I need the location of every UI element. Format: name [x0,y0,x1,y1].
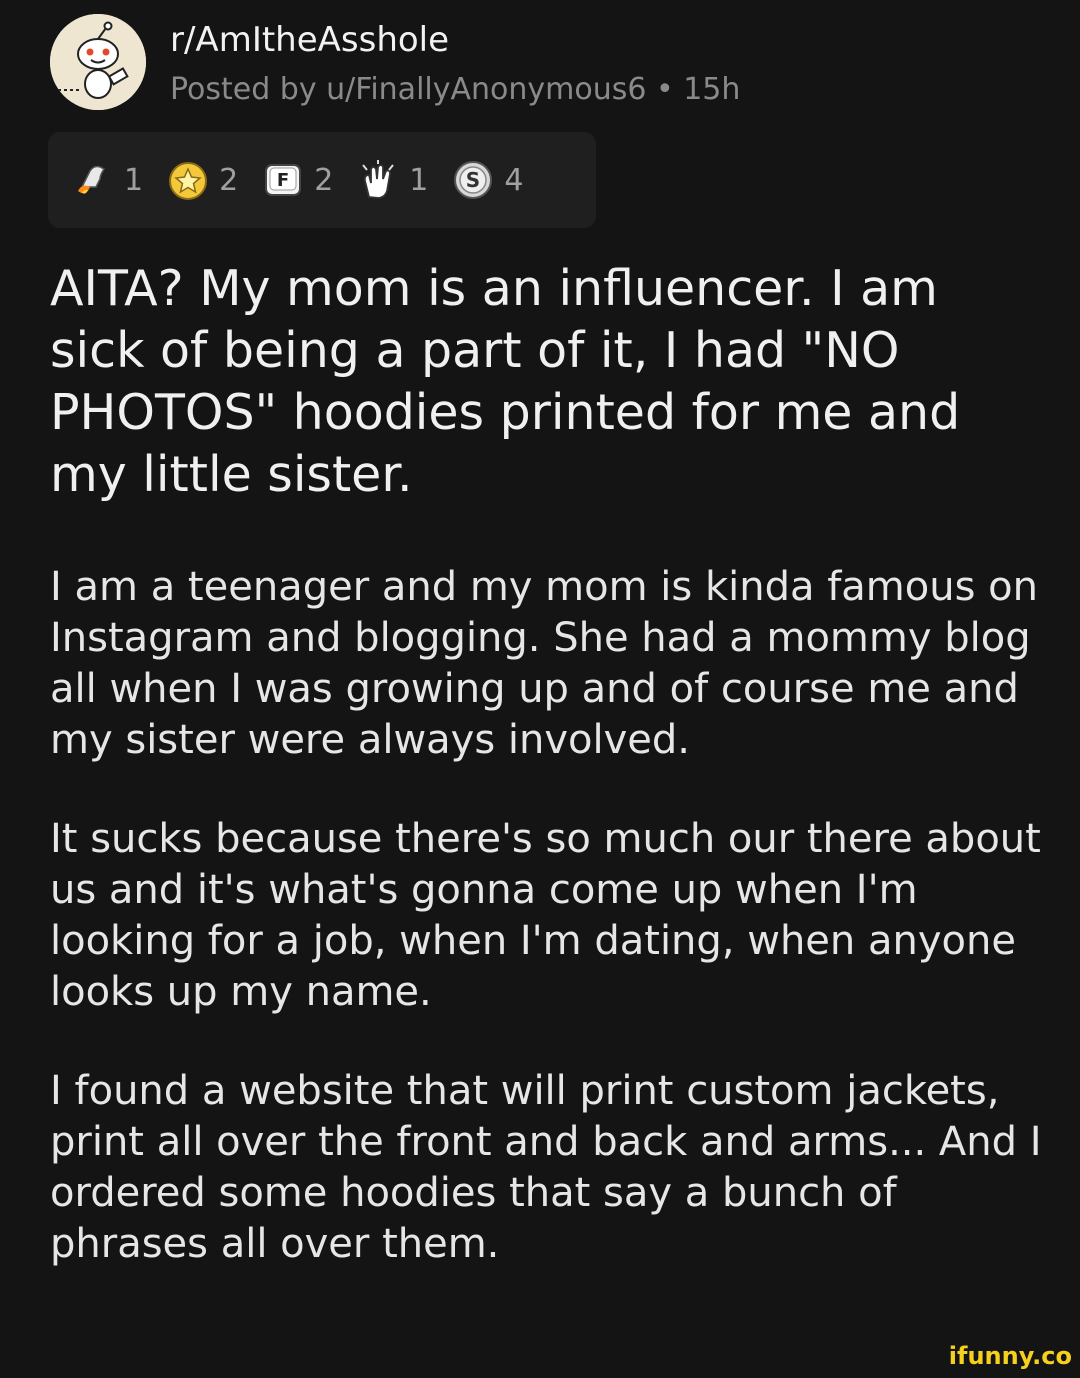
clapping-hands-icon [362,160,395,199]
post-paragraph: I am a teenager and my mom is kinda famo… [50,564,1038,763]
svg-text:S: S [466,168,480,192]
post-paragraph: I found a website that will print custom… [50,1068,1042,1267]
rocket-like-icon [78,165,106,194]
press-f-award-icon: F [265,164,302,196]
post-paragraph: It sucks because there's so much our the… [50,816,1041,1015]
award-silver[interactable]: S 4 [450,157,523,203]
award-rocket-like[interactable]: 1 [70,157,143,203]
silver-award-icon: S [454,161,493,199]
helpful-award-icon [169,162,208,200]
award-count: 4 [504,162,524,198]
ifunny-watermark: ifunny.co [948,1342,1072,1370]
award-count: 2 [219,162,239,198]
svg-text:F: F [277,170,289,191]
award-clapping[interactable]: 1 [355,157,428,203]
post-body: I am a teenager and my mom is kinda famo… [50,562,1050,1318]
snoo-judge-icon [50,14,146,110]
award-count: 1 [124,162,144,198]
award-helpful[interactable]: 2 [165,157,238,203]
awards-bar[interactable]: 1 2 F 2 1 S 4 [48,132,596,228]
post-header: r/AmItheAsshole Posted by u/FinallyAnony… [50,14,1050,118]
subreddit-name[interactable]: r/AmItheAsshole [170,20,449,60]
award-press-f[interactable]: F 2 [260,157,333,203]
award-count: 2 [314,162,334,198]
subreddit-avatar[interactable] [50,14,146,110]
award-count: 1 [409,162,429,198]
post-title[interactable]: AITA? My mom is an influencer. I am sick… [50,258,1040,506]
post-meta: Posted by u/FinallyAnonymous6 • 15h [170,72,741,107]
